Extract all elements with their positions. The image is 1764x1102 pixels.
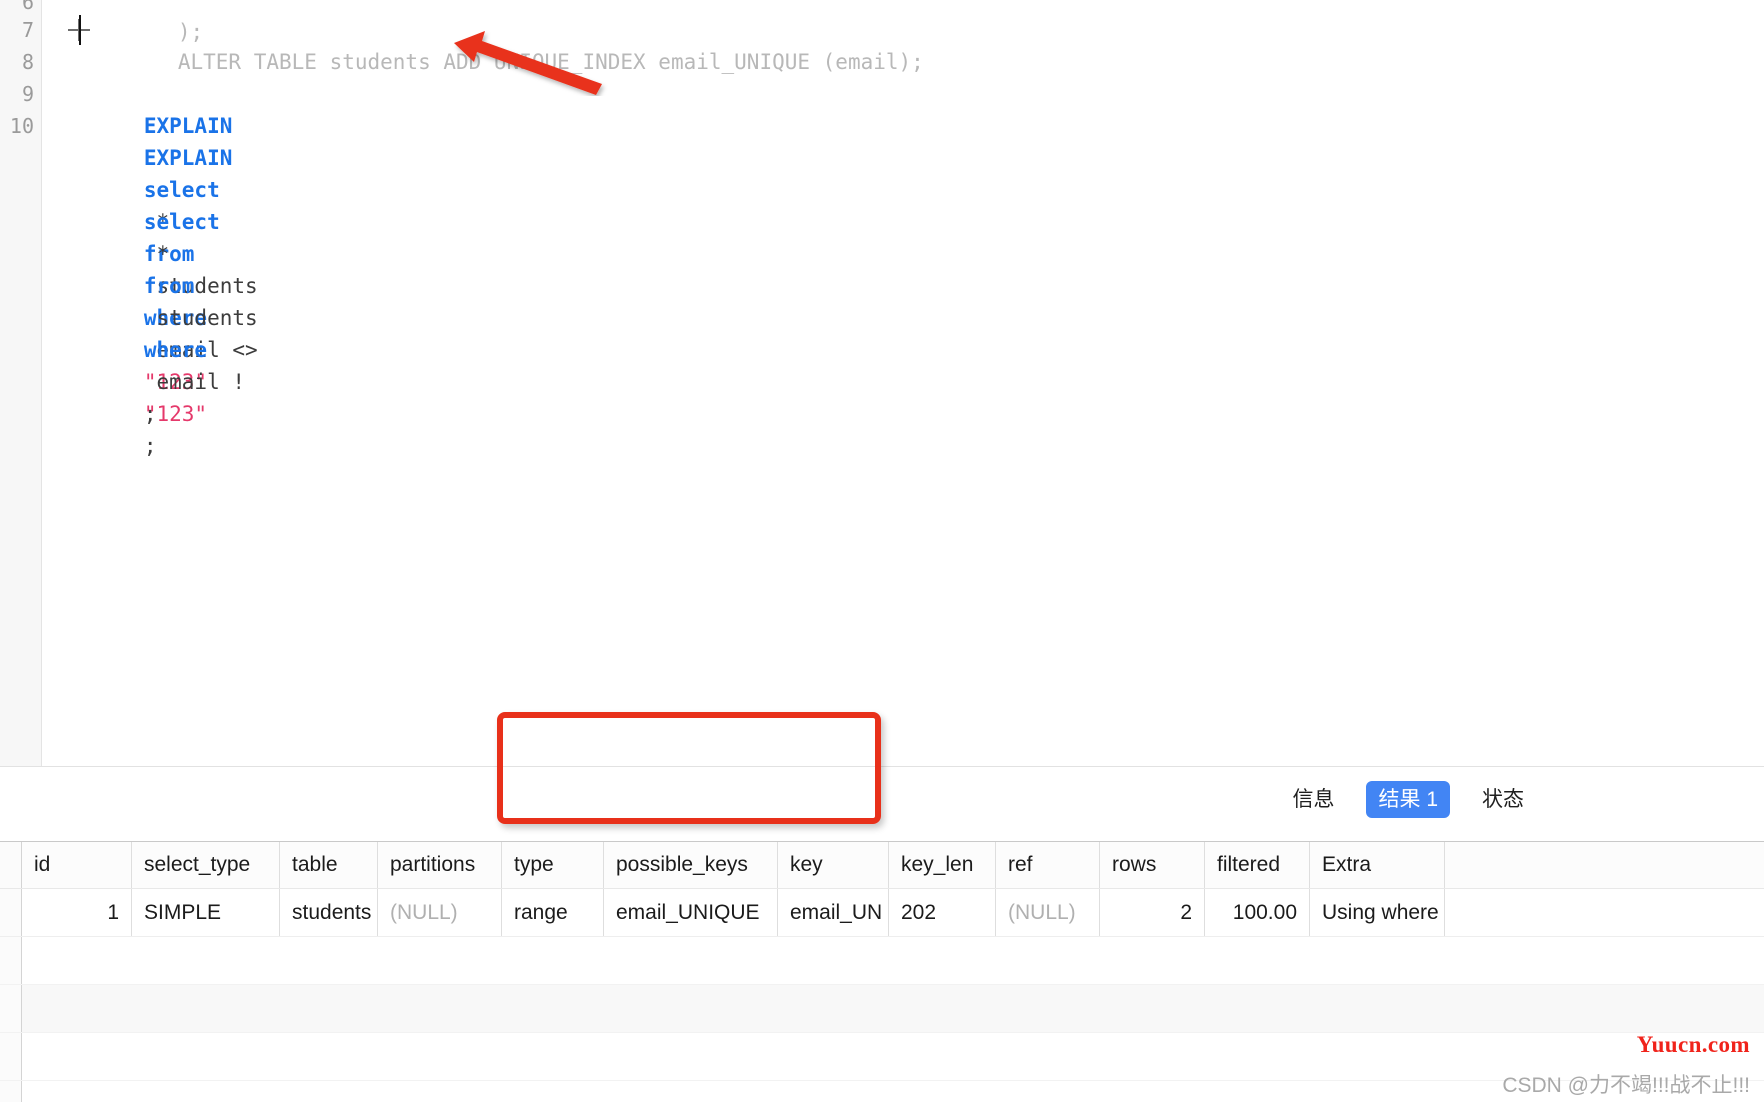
column-header-partitions[interactable]: partitions <box>378 842 502 888</box>
column-header-select-type[interactable]: select_type <box>132 842 280 888</box>
watermark-site: Yuucn.com <box>1636 1032 1750 1057</box>
code-token-keyword: where <box>143 338 208 362</box>
code-token: students <box>143 306 271 330</box>
empty-cell <box>22 985 1764 1032</box>
code-token: * <box>143 242 182 266</box>
column-header-spacer <box>1445 842 1764 888</box>
column-header-key-len[interactable]: key_len <box>889 842 996 888</box>
row-header-corner <box>0 842 22 888</box>
cell-select-type[interactable]: SIMPLE <box>132 889 280 936</box>
row-selector-empty <box>0 937 22 984</box>
cell-ref[interactable]: (NULL) <box>996 889 1100 936</box>
column-header-filtered[interactable]: filtered <box>1205 842 1310 888</box>
results-tabs[interactable]: 信息 结果 1 状态 <box>1280 781 1536 819</box>
column-header-extra[interactable]: Extra <box>1310 842 1445 888</box>
cell-key[interactable]: email_UN <box>778 889 889 936</box>
code-token: ; <box>143 434 157 458</box>
cell-key-len[interactable]: 202 <box>889 889 996 936</box>
line-number: 9 <box>21 82 34 106</box>
row-selector[interactable] <box>0 889 22 936</box>
empty-row <box>0 937 1764 985</box>
column-header-possible-keys[interactable]: possible_keys <box>604 842 778 888</box>
line-number: 10 <box>9 114 34 138</box>
cell-type[interactable]: range <box>502 889 604 936</box>
column-header-table[interactable]: table <box>280 842 378 888</box>
cell-possible-keys[interactable]: email_UNIQUE <box>604 889 778 936</box>
cell-id[interactable]: 1 <box>22 889 132 936</box>
table-header-row: id select_type table partitions type pos… <box>0 841 1764 889</box>
tab-result-1[interactable]: 结果 1 <box>1366 781 1450 819</box>
cell-table[interactable]: students <box>280 889 378 936</box>
cell-spacer <box>1445 889 1764 936</box>
results-pane: 信息 结果 1 状态 id select_type table partitio… <box>0 766 1764 1102</box>
line-number: 8 <box>21 50 34 74</box>
cell-rows[interactable]: 2 <box>1100 889 1205 936</box>
code-token-keyword: EXPLAIN <box>143 146 233 170</box>
code-line-10[interactable]: EXPLAIN select * from students where ema… <box>68 110 270 458</box>
watermark-credit: CSDN @力不竭!!!战不止!!! <box>1502 1074 1750 1097</box>
table-row[interactable]: 1 SIMPLE students (NULL) range email_UNI… <box>0 889 1764 937</box>
code-token-string: "123" <box>143 402 208 426</box>
tab-info[interactable]: 信息 <box>1280 781 1346 818</box>
explain-result-grid: id select_type table partitions type pos… <box>0 841 1764 1102</box>
code-token-keyword: select <box>143 210 220 234</box>
column-header-ref[interactable]: ref <box>996 842 1100 888</box>
row-selector-empty <box>0 985 22 1032</box>
cell-extra[interactable]: Using where <box>1310 889 1445 936</box>
text-caret <box>79 15 81 45</box>
sql-editor[interactable]: 6 7 8 9 10 ); ALTER TABLE students ADD U… <box>0 0 1764 766</box>
empty-row <box>0 1033 1764 1081</box>
code-line-7[interactable]: ALTER TABLE students ADD UNIQUE_INDEX em… <box>102 14 924 74</box>
empty-cell <box>22 937 1764 984</box>
code-token-keyword: from <box>143 274 195 298</box>
code-token: ALTER TABLE students ADD UNIQUE_INDEX em… <box>177 50 924 74</box>
code-line-9[interactable]: EXPLAIN select * from students where ema… <box>68 78 270 426</box>
column-header-type[interactable]: type <box>502 842 604 888</box>
empty-row <box>0 1081 1764 1102</box>
cell-filtered[interactable]: 100.00 <box>1205 889 1310 936</box>
column-header-id[interactable]: id <box>22 842 132 888</box>
editor-code-area[interactable] <box>42 0 1764 766</box>
empty-row <box>0 985 1764 1033</box>
line-number: 7 <box>21 18 34 42</box>
row-selector-empty <box>0 1033 22 1080</box>
column-header-key[interactable]: key <box>778 842 889 888</box>
cell-partitions[interactable]: (NULL) <box>378 889 502 936</box>
row-selector-empty <box>0 1081 22 1102</box>
column-header-rows[interactable]: rows <box>1100 842 1205 888</box>
code-token: email ! <box>143 370 258 394</box>
tab-status[interactable]: 状态 <box>1470 781 1536 818</box>
sql-client-window: 6 7 8 9 10 ); ALTER TABLE students ADD U… <box>0 0 1764 1102</box>
